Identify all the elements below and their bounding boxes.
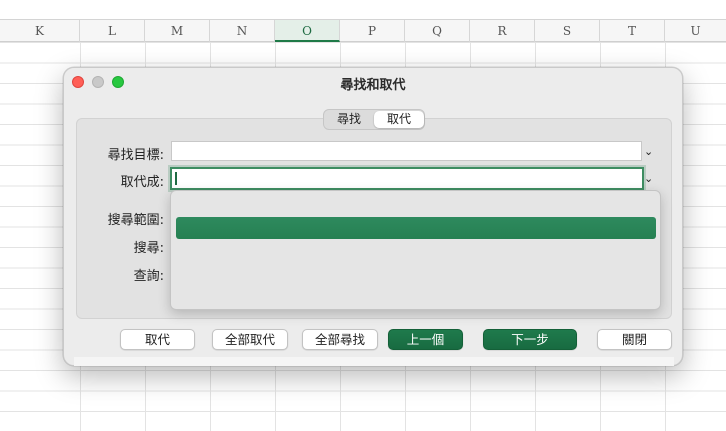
look-in-label: 查詢:	[133, 269, 164, 284]
next-button[interactable]: 下一步	[483, 329, 577, 350]
tab-find[interactable]: 尋找	[326, 111, 372, 128]
tab-replace[interactable]: 取代	[374, 111, 424, 128]
column-header-t[interactable]: T	[600, 20, 665, 42]
replace-with-field[interactable]	[170, 167, 644, 190]
search-label: 搜尋:	[133, 241, 164, 256]
search-scope-label: 搜尋範圍:	[107, 213, 164, 228]
column-header-m[interactable]: M	[145, 20, 210, 42]
column-header-o[interactable]: O	[275, 20, 340, 42]
text-caret	[175, 172, 177, 185]
find-all-button[interactable]: 全部尋找	[302, 329, 378, 350]
column-header-n[interactable]: N	[210, 20, 275, 42]
close-button[interactable]: 關閉	[597, 329, 672, 350]
replace-with-label: 取代成:	[120, 175, 164, 190]
column-header-s[interactable]: S	[535, 20, 600, 42]
column-header-k[interactable]: K	[0, 20, 80, 42]
find-what-field[interactable]	[171, 141, 642, 161]
column-header-u[interactable]: U	[665, 20, 726, 42]
column-header-q[interactable]: Q	[405, 20, 470, 42]
column-header-l[interactable]: L	[80, 20, 145, 42]
replace-all-button[interactable]: 全部取代	[212, 329, 288, 350]
recent-replacements-dropdown[interactable]	[170, 190, 661, 310]
find-what-label: 尋找目標:	[107, 148, 164, 163]
previous-button[interactable]: 上一個	[388, 329, 463, 350]
dialog-footer	[74, 357, 674, 366]
dropdown-highlighted-item[interactable]	[176, 217, 656, 239]
chevron-down-icon[interactable]: ⌄	[644, 146, 654, 157]
dialog-titlebar[interactable]: 尋找和取代	[64, 68, 682, 96]
column-header-p[interactable]: P	[340, 20, 405, 42]
replace-button[interactable]: 取代	[120, 329, 195, 350]
column-header-bar: K L M N O P Q R S T U	[0, 19, 726, 42]
dialog-title: 尋找和取代	[340, 78, 406, 93]
find-replace-dialog: 尋找和取代 尋找 取代 尋找目標: ⌄ 取代成: ⌄ 搜尋範圍: 搜尋: 查詢:…	[63, 67, 683, 366]
chevron-down-icon[interactable]: ⌄	[644, 173, 654, 184]
mode-segmented-control: 尋找 取代	[323, 109, 425, 130]
column-header-r[interactable]: R	[470, 20, 535, 42]
